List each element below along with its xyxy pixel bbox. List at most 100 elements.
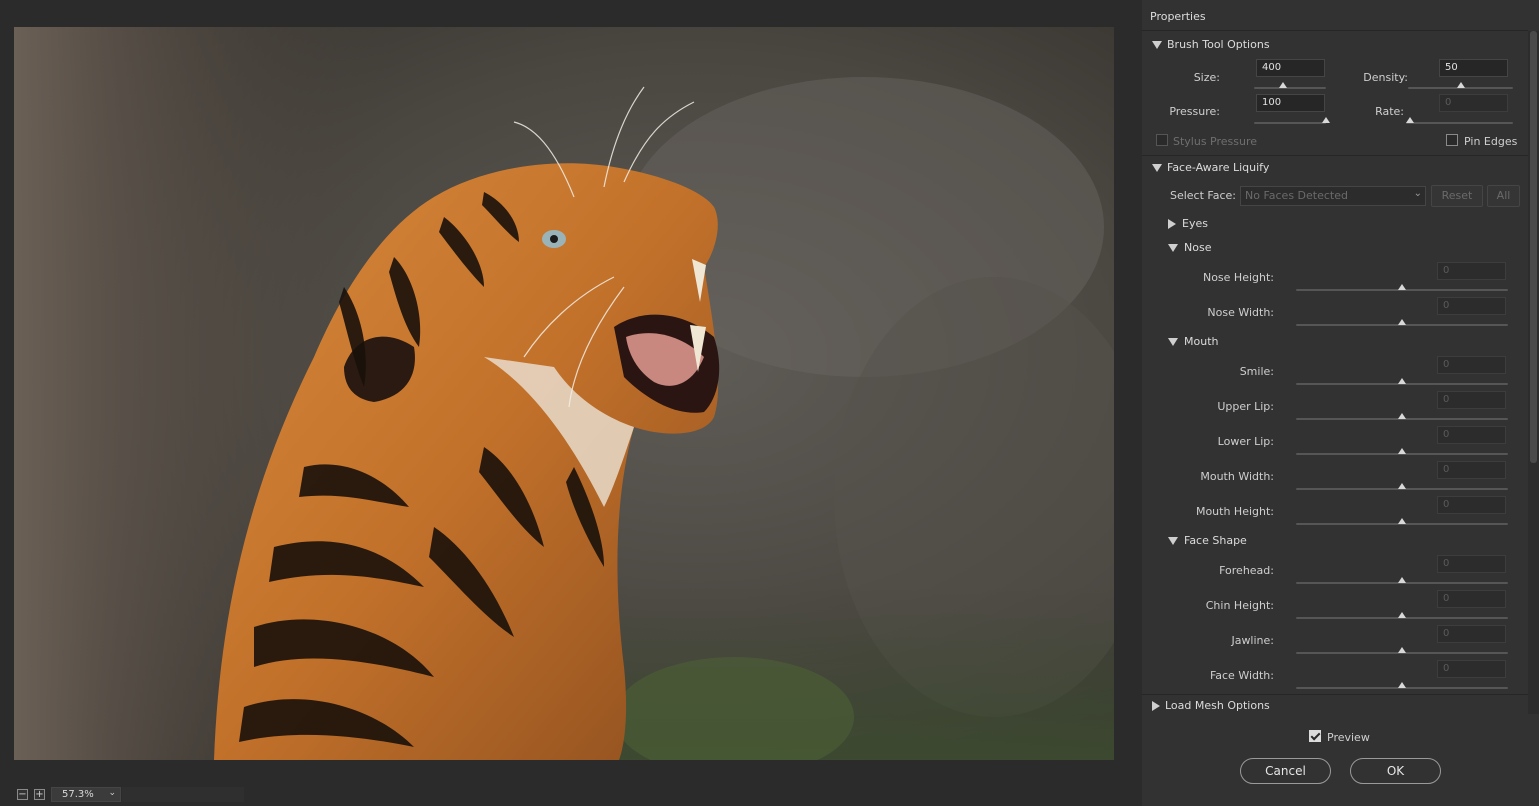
zoom-value: 57.3% — [62, 789, 94, 800]
size-input[interactable]: 400 — [1256, 59, 1325, 77]
disclosure-open-icon — [1152, 163, 1162, 172]
face-width-input[interactable]: 0 — [1437, 660, 1506, 678]
jawline-label: Jawline: — [1231, 634, 1274, 647]
nose-label: Nose — [1184, 241, 1212, 254]
eyes-header[interactable]: Eyes — [1168, 217, 1208, 230]
preview-label: Preview — [1327, 731, 1370, 744]
mouth-height-slider-thumb[interactable] — [1398, 518, 1406, 524]
chevron-down-icon: ⌄ — [108, 788, 116, 798]
pressure-input[interactable]: 100 — [1256, 94, 1325, 112]
nose-height-input[interactable]: 0 — [1437, 262, 1506, 280]
zoom-dropdown[interactable]: 57.3% ⌄ — [51, 787, 121, 802]
mouth-height-input[interactable]: 0 — [1437, 496, 1506, 514]
disclosure-closed-icon — [1168, 218, 1176, 229]
upper-lip-label: Upper Lip: — [1217, 400, 1274, 413]
canvas-area: − + 57.3% ⌄ — [0, 0, 1134, 806]
mouth-header[interactable]: Mouth — [1168, 335, 1218, 348]
select-face-dropdown[interactable]: No Faces Detected ⌄ — [1240, 186, 1426, 206]
nose-width-input[interactable]: 0 — [1437, 297, 1506, 315]
mouth-label: Mouth — [1184, 335, 1219, 348]
nose-width-slider-thumb[interactable] — [1398, 319, 1406, 325]
mouth-width-slider-thumb[interactable] — [1398, 483, 1406, 489]
mesh-section-header[interactable]: Load Mesh Options — [1152, 699, 1270, 712]
forehead-input[interactable]: 0 — [1437, 555, 1506, 573]
nose-width-label: Nose Width: — [1207, 306, 1274, 319]
mouth-height-label: Mouth Height: — [1195, 505, 1274, 518]
nose-height-label: Nose Height: — [1202, 271, 1274, 284]
face-width-label: Face Width: — [1209, 669, 1274, 682]
disclosure-open-icon — [1168, 337, 1178, 346]
stylus-pressure-label: Stylus Pressure — [1173, 135, 1258, 148]
select-face-label: Select Face: — [1169, 189, 1236, 202]
liquify-dialog: − + 57.3% ⌄ Properties Brush Tool Option… — [0, 0, 1539, 806]
divider — [1142, 155, 1528, 156]
stylus-pressure-checkbox[interactable] — [1156, 134, 1168, 146]
chin-height-label: Chin Height: — [1205, 599, 1274, 612]
jawline-slider-thumb[interactable] — [1398, 647, 1406, 653]
status-strip — [122, 787, 244, 802]
select-face-value: No Faces Detected — [1245, 189, 1348, 202]
image-canvas[interactable] — [14, 27, 1114, 760]
lower-lip-slider-thumb[interactable] — [1398, 448, 1406, 454]
size-slider-thumb[interactable] — [1278, 82, 1287, 88]
lower-lip-label: Lower Lip: — [1217, 435, 1274, 448]
properties-scroll: Brush Tool Options Size: 400 Density: 50… — [1142, 31, 1528, 714]
scrollbar-thumb[interactable] — [1530, 31, 1537, 463]
plus-icon[interactable]: + — [34, 789, 45, 800]
reset-button[interactable]: Reset — [1431, 185, 1483, 207]
all-button[interactable]: All — [1487, 185, 1520, 207]
density-input[interactable]: 50 — [1439, 59, 1508, 77]
jawline-input[interactable]: 0 — [1437, 625, 1506, 643]
rate-slider-thumb[interactable] — [1406, 117, 1414, 123]
size-label: Size: — [1193, 71, 1220, 84]
rate-slider[interactable] — [1406, 122, 1513, 124]
pin-edges-label: Pin Edges — [1464, 135, 1518, 148]
face-shape-header[interactable]: Face Shape — [1168, 534, 1247, 547]
face-section-header[interactable]: Face-Aware Liquify — [1152, 161, 1269, 174]
pressure-slider[interactable] — [1254, 122, 1326, 124]
chin-height-slider-thumb[interactable] — [1398, 612, 1406, 618]
status-bar: − + 57.3% ⌄ — [0, 784, 1134, 806]
disclosure-open-icon — [1168, 243, 1178, 252]
forehead-slider-thumb[interactable] — [1398, 577, 1406, 583]
properties-panel: Properties Brush Tool Options Size: 400 … — [1142, 0, 1539, 806]
nose-header[interactable]: Nose — [1168, 241, 1211, 254]
upper-lip-slider-thumb[interactable] — [1398, 413, 1406, 419]
rate-input[interactable]: 0 — [1439, 94, 1508, 112]
size-slider[interactable] — [1254, 87, 1326, 89]
preview-checkbox[interactable] — [1309, 730, 1321, 742]
panel-title: Properties — [1150, 10, 1206, 23]
tiger-photo — [14, 27, 1114, 760]
disclosure-open-icon — [1168, 536, 1178, 545]
smile-label: Smile: — [1239, 365, 1274, 378]
upper-lip-input[interactable]: 0 — [1437, 391, 1506, 409]
brush-section-label: Brush Tool Options — [1167, 38, 1270, 51]
lower-lip-input[interactable]: 0 — [1437, 426, 1506, 444]
mesh-section-label: Load Mesh Options — [1165, 699, 1270, 712]
density-slider-thumb[interactable] — [1456, 82, 1465, 88]
chevron-down-icon: ⌄ — [1413, 188, 1422, 199]
mouth-width-input[interactable]: 0 — [1437, 461, 1506, 479]
pin-edges-checkbox[interactable] — [1446, 134, 1458, 146]
ok-button[interactable]: OK — [1350, 758, 1441, 784]
nose-height-slider-thumb[interactable] — [1398, 284, 1406, 290]
minus-icon[interactable]: − — [17, 789, 28, 800]
eyes-label: Eyes — [1182, 217, 1208, 230]
smile-input[interactable]: 0 — [1437, 356, 1506, 374]
panel-scrollbar[interactable] — [1528, 31, 1539, 714]
smile-slider-thumb[interactable] — [1398, 378, 1406, 384]
brush-section-header[interactable]: Brush Tool Options — [1152, 38, 1270, 51]
disclosure-closed-icon — [1152, 700, 1160, 711]
rate-label: Rate: — [1375, 105, 1404, 118]
divider — [1142, 694, 1528, 695]
disclosure-open-icon — [1152, 40, 1162, 49]
face-shape-label: Face Shape — [1184, 534, 1247, 547]
forehead-label: Forehead: — [1219, 564, 1274, 577]
mouth-width-label: Mouth Width: — [1200, 470, 1274, 483]
chin-height-input[interactable]: 0 — [1437, 590, 1506, 608]
pressure-slider-thumb[interactable] — [1322, 117, 1330, 123]
face-width-slider-thumb[interactable] — [1398, 682, 1406, 688]
pressure-label: Pressure: — [1169, 105, 1220, 118]
cancel-button[interactable]: Cancel — [1240, 758, 1331, 784]
face-section-label: Face-Aware Liquify — [1167, 161, 1270, 174]
